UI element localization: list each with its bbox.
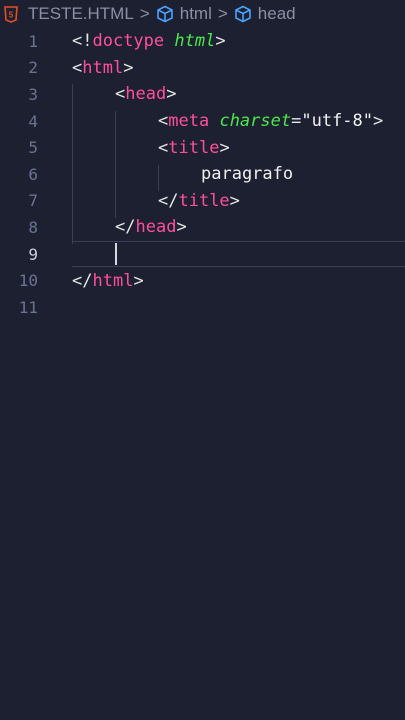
code-token: head [135, 217, 177, 238]
code-token: > [166, 84, 177, 105]
code-token: doctype [92, 31, 165, 52]
line-number: 8 [28, 217, 38, 237]
code-content: <html> [72, 58, 133, 78]
line-number: 7 [28, 191, 38, 211]
html5-file-icon: 5 [4, 5, 18, 23]
code-token: > [123, 57, 134, 78]
code-content: </html> [72, 271, 144, 291]
code-token: > [133, 270, 144, 291]
code-token: </ [72, 270, 93, 291]
code-token: <! [72, 31, 93, 52]
code-token: < [158, 137, 169, 158]
code-token: < [158, 111, 169, 132]
line-number: 4 [28, 111, 38, 131]
breadcrumb-item-html[interactable]: html [180, 4, 212, 24]
chevron-right-icon: > [139, 4, 150, 23]
code-content: <!doctype html> [72, 31, 226, 51]
code-line[interactable]: 11 [0, 294, 405, 321]
code-content: <title> [158, 138, 230, 158]
code-editor[interactable]: 1 <!doctype html> 2 <html> 3 <head> 4 <meta cha… [0, 28, 405, 720]
chevron-right-icon: > [217, 4, 228, 23]
code-token: html [92, 270, 134, 291]
code-token: > [176, 217, 187, 238]
line-number: 6 [28, 164, 38, 184]
line-number: 3 [28, 84, 38, 104]
code-token: </ [115, 217, 136, 238]
code-line[interactable]: 7 </title> [0, 188, 405, 215]
code-token: < [72, 57, 83, 78]
code-token: charset [219, 111, 292, 132]
cube-symbol-icon [234, 5, 251, 23]
code-token: "utf-8" [301, 111, 374, 132]
code-line[interactable]: 3 <head> [0, 81, 405, 108]
code-line[interactable]: 6 paragrafo [0, 161, 405, 188]
breadcrumb-item-head[interactable]: head [258, 4, 296, 24]
code-token: title [178, 190, 230, 211]
code-content: <head> [115, 84, 176, 104]
code-token: html [82, 57, 124, 78]
code-content: </title> [158, 191, 240, 211]
code-line[interactable]: 10 </html> [0, 267, 405, 294]
code-content: <meta charset="utf-8"> [158, 111, 383, 131]
code-token: > [229, 190, 240, 211]
code-line[interactable]: 1 <!doctype html> [0, 28, 405, 55]
code-token: > [373, 111, 384, 132]
code-token: title [168, 137, 220, 158]
code-line[interactable]: 2 <html> [0, 55, 405, 82]
code-content: paragrafo [201, 164, 293, 184]
code-token: head [125, 84, 167, 105]
code-token: meta [168, 111, 210, 132]
code-token: </ [158, 190, 179, 211]
line-number: 1 [28, 31, 38, 51]
code-line[interactable]: 4 <meta charset="utf-8"> [0, 108, 405, 135]
code-token: = [291, 111, 302, 132]
line-number: 11 [18, 297, 38, 317]
code-token: < [115, 84, 126, 105]
code-token: > [219, 137, 230, 158]
code-content: </head> [115, 217, 187, 237]
breadcrumb: 5 TESTE.HTML > html > head [0, 0, 405, 28]
line-number: 5 [28, 138, 38, 158]
code-line[interactable]: 5 <title> [0, 134, 405, 161]
cube-symbol-icon [156, 5, 173, 23]
code-line[interactable]: 8 </head> [0, 214, 405, 241]
code-token: paragrafo [201, 164, 294, 185]
code-line[interactable]: 9 [0, 241, 405, 268]
code-token: html [174, 31, 216, 52]
line-number: 2 [28, 58, 38, 78]
breadcrumb-file[interactable]: TESTE.HTML [28, 4, 134, 24]
line-number: 10 [18, 271, 38, 291]
svg-text:5: 5 [9, 10, 14, 19]
line-number: 9 [28, 244, 38, 264]
code-token: > [215, 31, 226, 52]
